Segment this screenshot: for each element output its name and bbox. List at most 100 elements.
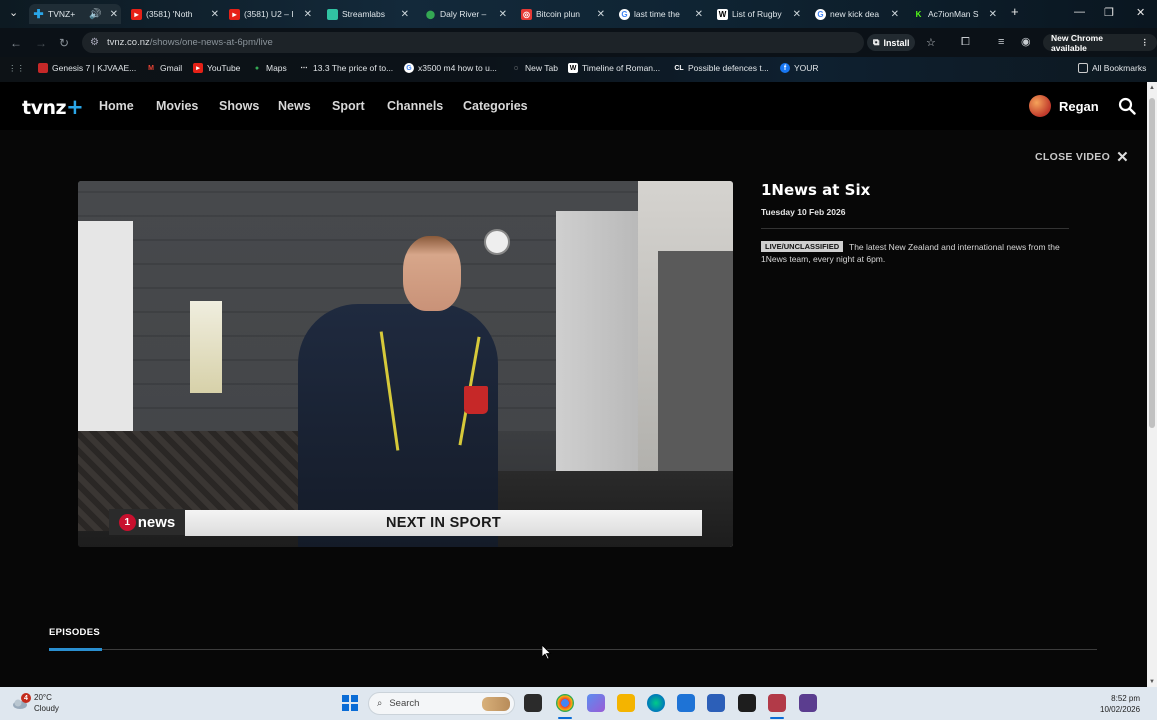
- bookmark-x3500[interactable]: G x3500 m4 how to u...: [404, 63, 497, 73]
- nav-movies[interactable]: Movies: [156, 99, 198, 113]
- tab-maps[interactable]: ⬤ Daly River – ✕: [425, 4, 507, 24]
- tab-close-icon[interactable]: ✕: [110, 9, 118, 20]
- app-icon[interactable]: [799, 694, 817, 712]
- scroll-up-icon[interactable]: ▲: [1149, 85, 1155, 91]
- tab-kick[interactable]: K Ac7ionMan S ✕: [913, 4, 997, 24]
- show-title: 1News at Six: [761, 181, 871, 199]
- wikipedia-icon: W: [568, 63, 578, 73]
- tab-close-icon[interactable]: ✕: [597, 9, 605, 20]
- clock-time: 8:52 pm: [1111, 694, 1141, 703]
- kick-favicon-icon: K: [915, 9, 922, 19]
- tab-google-2[interactable]: G new kick dea ✕: [815, 4, 899, 24]
- user-profile-button[interactable]: Regan: [1029, 95, 1099, 117]
- tab-wikipedia[interactable]: W List of Rugby ✕: [717, 4, 801, 24]
- task-view-icon[interactable]: [524, 694, 542, 712]
- new-chrome-available-button[interactable]: New Chrome available ⋮: [1043, 33, 1157, 53]
- nav-shows[interactable]: Shows: [219, 99, 259, 113]
- bookmark-label: Maps: [266, 63, 287, 73]
- video-player[interactable]: 1 news NEXT IN SPORT: [78, 181, 733, 547]
- bookmark-your[interactable]: f YOUR: [780, 63, 819, 73]
- outlook-icon[interactable]: [677, 694, 695, 712]
- tab-episodes[interactable]: EPISODES: [49, 627, 100, 638]
- tab-close-icon[interactable]: ✕: [401, 9, 409, 20]
- maps-icon: ●: [254, 64, 260, 72]
- all-bookmarks[interactable]: All Bookmarks: [1078, 63, 1146, 73]
- tab-close-icon[interactable]: ✕: [211, 9, 219, 20]
- store-icon[interactable]: [707, 694, 725, 712]
- bookmark-star-icon[interactable]: ☆: [926, 36, 936, 49]
- bookmark-label: YOUR: [794, 63, 819, 73]
- apps-grid-icon[interactable]: ⋮⋮: [8, 63, 25, 74]
- copilot-icon[interactable]: [587, 694, 605, 712]
- tab-google-1[interactable]: G last time the ✕: [619, 4, 703, 24]
- new-tab-icon[interactable]: +: [1011, 4, 1019, 19]
- tab-youtube-2[interactable]: ▸ (3581) U2 – I ✕: [229, 4, 312, 24]
- site-info-icon[interactable]: ⚙: [90, 37, 99, 48]
- bookmark-youtube[interactable]: ▸ YouTube: [193, 63, 240, 73]
- install-button[interactable]: ⧉ Install: [867, 34, 916, 51]
- nav-sport[interactable]: Sport: [332, 99, 365, 113]
- search-icon[interactable]: [1118, 97, 1136, 115]
- scroll-down-icon[interactable]: ▼: [1149, 679, 1155, 685]
- taskbar-search-box[interactable]: ⌕ Search: [368, 692, 515, 715]
- tab-bitcoin[interactable]: ◎ Bitcoin plun ✕: [521, 4, 605, 24]
- search-highlight-icon: [482, 696, 510, 711]
- restore-icon[interactable]: ❐: [1104, 6, 1114, 19]
- app-icon[interactable]: [738, 694, 756, 712]
- window-close-icon[interactable]: ✕: [1136, 6, 1145, 19]
- tab-close-icon[interactable]: ✕: [989, 9, 997, 20]
- tab-streamlabs[interactable]: Streamlabs ✕: [327, 4, 409, 24]
- google-favicon-icon: G: [619, 8, 630, 20]
- video-scene-cup: [464, 386, 488, 414]
- tab-label: (3581) U2 – I: [244, 9, 294, 19]
- tvnz-logo[interactable]: tvnz+: [22, 95, 84, 119]
- wikipedia-favicon-icon: W: [717, 8, 728, 20]
- mouse-cursor-icon: [542, 645, 552, 660]
- extensions-icon[interactable]: ⧠: [961, 36, 970, 49]
- scrollbar-thumb[interactable]: [1149, 98, 1155, 428]
- tab-close-icon[interactable]: ✕: [891, 9, 899, 20]
- page-scrollbar[interactable]: ▲ ▼: [1147, 82, 1157, 687]
- media-controls-icon[interactable]: ≡: [998, 36, 1004, 48]
- tab-close-icon[interactable]: ✕: [793, 9, 801, 20]
- file-explorer-icon[interactable]: [617, 694, 635, 712]
- nav-home[interactable]: Home: [99, 99, 134, 113]
- windows-start-icon[interactable]: [342, 695, 358, 711]
- tab-close-icon[interactable]: ✕: [499, 9, 507, 20]
- bookmark-gmail[interactable]: M Gmail: [146, 63, 182, 73]
- bookmark-timeline[interactable]: W Timeline of Roman...: [568, 63, 660, 73]
- tab-close-icon[interactable]: ✕: [695, 9, 703, 20]
- tab-label: new kick dea: [830, 9, 880, 19]
- tab-youtube-1[interactable]: ▸ (3581) 'Noth ✕: [131, 4, 219, 24]
- tab-tvnz[interactable]: ✚ TVNZ+ 🔊 ✕: [29, 4, 121, 24]
- address-bar-row: ← → ↻ ⚙ tvnz.co.nz/shows/one-news-at-6pm…: [0, 28, 1157, 57]
- weather-widget[interactable]: 4 20°C Cloudy: [12, 692, 59, 714]
- bookmark-favicon-icon: CL: [674, 64, 684, 72]
- chrome-icon[interactable]: [556, 694, 574, 712]
- bookmark-genesis[interactable]: Genesis 7 | KJVAAE...: [38, 63, 136, 73]
- all-bookmarks-label: All Bookmarks: [1092, 63, 1147, 73]
- url-bar[interactable]: ⚙ tvnz.co.nz/shows/one-news-at-6pm/live: [82, 32, 864, 53]
- edge-icon[interactable]: [647, 694, 665, 712]
- bookmark-possible-defences[interactable]: CL Possible defences t...: [674, 63, 768, 73]
- tab-close-icon[interactable]: ✕: [304, 9, 312, 20]
- audio-icon[interactable]: 🔊: [89, 9, 101, 20]
- reload-icon[interactable]: ↻: [59, 36, 69, 50]
- close-video-button[interactable]: CLOSE VIDEO ✕: [1035, 148, 1129, 166]
- minimize-icon[interactable]: —: [1074, 6, 1085, 18]
- nav-categories[interactable]: Categories: [463, 99, 528, 113]
- back-icon[interactable]: ←: [10, 36, 22, 50]
- system-clock[interactable]: 8:52 pm 10/02/2026: [1100, 693, 1140, 715]
- profile-avatar-icon[interactable]: ◉: [1021, 35, 1031, 48]
- recording-app-icon[interactable]: [768, 694, 786, 712]
- bookmark-price[interactable]: ⋯ 13.3 The price of to...: [299, 63, 394, 73]
- bookmark-maps[interactable]: ● Maps: [252, 63, 287, 73]
- tab-search-icon[interactable]: ⌄: [9, 6, 18, 19]
- url-path: /shows/one-news-at-6pm/live: [149, 37, 273, 48]
- nav-news[interactable]: News: [278, 99, 311, 113]
- nav-channels[interactable]: Channels: [387, 99, 443, 113]
- classification-badge: LIVE/UNCLASSIFIED: [761, 241, 844, 252]
- news-favicon-icon: ◎: [521, 8, 532, 20]
- bookmark-new-tab[interactable]: ◌ New Tab: [511, 63, 558, 73]
- forward-icon[interactable]: →: [35, 36, 47, 50]
